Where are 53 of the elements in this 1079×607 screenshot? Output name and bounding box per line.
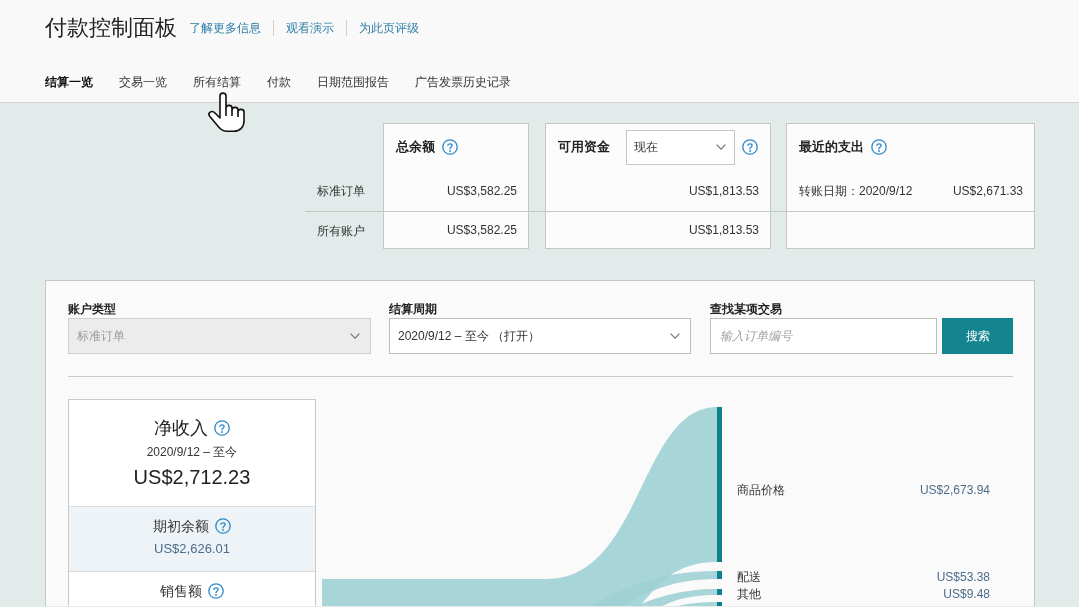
help-icon[interactable] <box>442 139 458 155</box>
help-icon[interactable] <box>871 139 887 155</box>
header-link[interactable]: 观看演示 <box>286 20 334 36</box>
flow-label: 商品价格 <box>737 481 785 499</box>
flow-label: 配送 <box>737 569 761 586</box>
nav-tab[interactable]: 付款 <box>267 74 291 90</box>
period-text: 2020/9/12 – 至今 <box>145 444 239 460</box>
flow-amount: US$2,673.94 <box>919 481 990 499</box>
search-button[interactable]: 搜索 <box>942 318 1013 354</box>
nav-tab[interactable]: 所有结算 <box>193 74 241 90</box>
net-income-amount: US$2,712.23 <box>132 465 252 490</box>
node-bar <box>717 602 722 606</box>
summary-title: 最近的支出 <box>799 138 864 156</box>
transfer-date-text: 转账日期：2020/9/12 <box>799 182 913 200</box>
amount-text: US$3,582.25 <box>446 222 517 239</box>
help-icon[interactable] <box>214 420 230 436</box>
nav-tab[interactable]: 广告发票历史记录 <box>415 74 511 90</box>
help-icon[interactable] <box>208 583 224 599</box>
balance-section[interactable]: 期初余额 US$2,626.01 <box>69 506 315 571</box>
amount-text: US$3,582.25 <box>446 182 517 200</box>
summary-title: 总余额 <box>396 138 435 156</box>
panel-title: 净收入 <box>154 417 208 440</box>
page-title: 付款控制面板 <box>45 14 177 42</box>
header-link[interactable]: 了解更多信息 <box>189 20 261 36</box>
chevron-down-icon <box>670 333 680 339</box>
flow-amount: US$53.38 <box>936 569 990 586</box>
chevron-down-icon <box>716 144 726 150</box>
help-icon[interactable] <box>215 518 231 534</box>
dropdown-field[interactable]: 2020/9/12 – 至今 （打开） <box>389 318 691 354</box>
node-bar <box>717 589 722 595</box>
nav-tab[interactable]: 交易一览 <box>119 74 167 90</box>
section-title: 销售额 <box>160 582 202 601</box>
section-amount: US$2,626.01 <box>153 540 231 558</box>
summary-title: 可用资金 <box>558 138 610 156</box>
help-icon[interactable] <box>742 139 758 155</box>
flow-amount: US$9.48 <box>943 586 990 603</box>
section-title: 期初余额 <box>153 517 209 536</box>
order-search-field[interactable]: 输入订单编号 <box>710 318 937 354</box>
balance-section[interactable]: 销售额 <box>69 571 315 601</box>
chevron-down-icon <box>350 333 360 339</box>
field-label: 账户类型 <box>68 302 117 316</box>
flow-label: 其他 <box>737 586 761 603</box>
nav-tab[interactable]: 结算一览 <box>45 74 93 90</box>
amount-text: US$2,671.33 <box>952 182 1023 200</box>
row-label: 标准订单 <box>316 182 366 200</box>
nav-tab[interactable]: 日期范围报告 <box>317 74 389 90</box>
amount-text: US$1,813.53 <box>688 182 759 200</box>
node-bar <box>717 571 722 579</box>
date-dropdown[interactable]: 现在 <box>626 129 735 165</box>
field-label: 结算周期 <box>389 302 438 316</box>
field-label: 查找某项交易 <box>710 302 783 316</box>
header-link[interactable]: 为此页评级 <box>359 20 419 36</box>
amount-text: US$1,813.53 <box>688 222 759 239</box>
